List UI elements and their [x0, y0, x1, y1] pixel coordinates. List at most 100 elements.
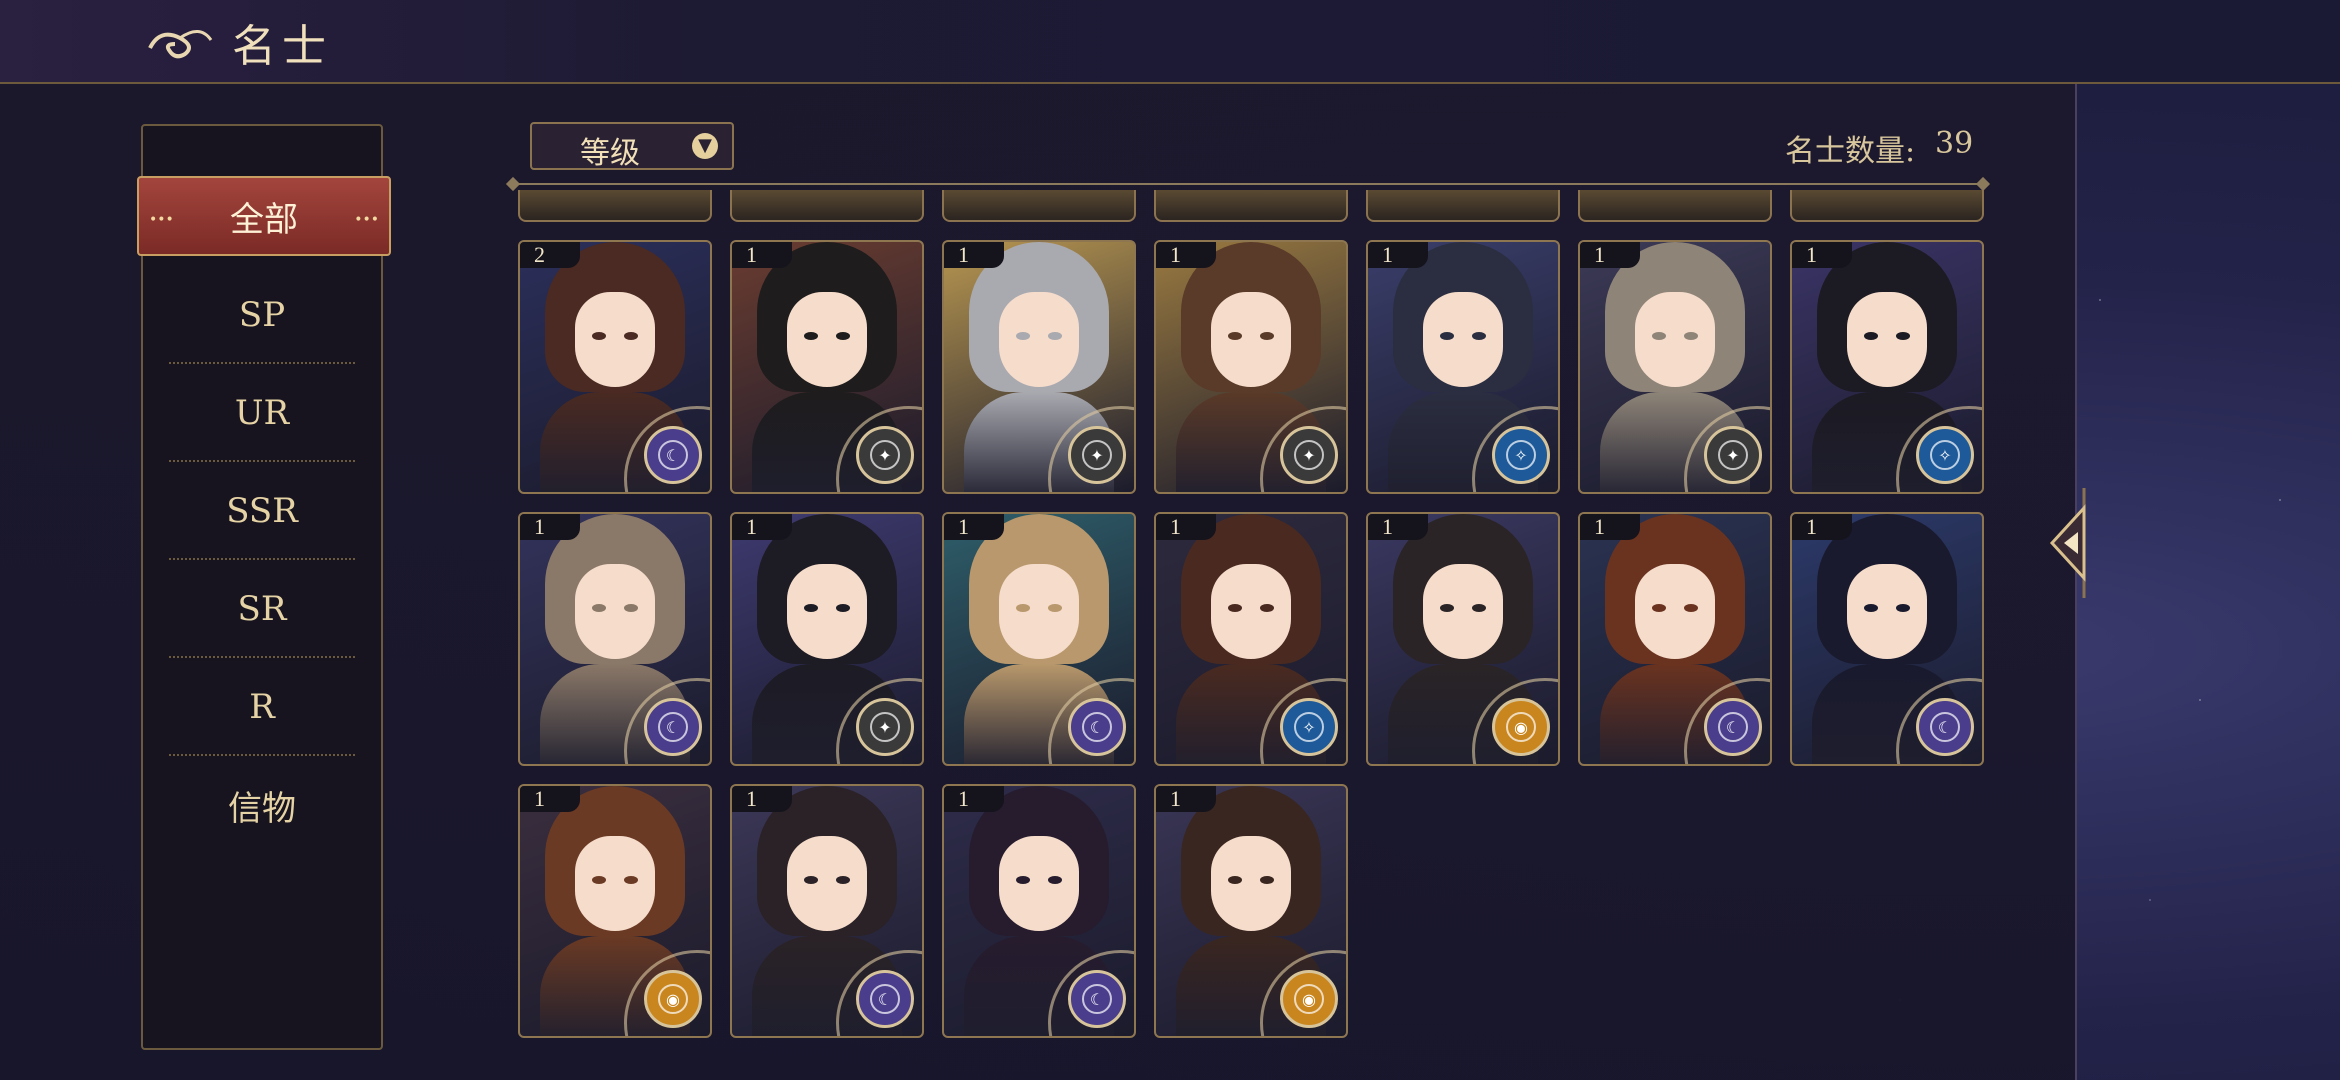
hero-card[interactable]: 1 ☾	[1578, 512, 1772, 766]
hero-card[interactable]: 1 ✧	[1366, 240, 1560, 494]
element-badge-icon: ☾	[644, 426, 702, 484]
element-badge-icon: ☾	[1916, 698, 1974, 756]
hero-card[interactable]: 1 ☾	[942, 512, 1136, 766]
hero-level: 1	[944, 786, 1004, 812]
decor-dots: •••	[354, 212, 379, 228]
hero-card[interactable]: 1 ◉	[518, 784, 712, 1038]
hero-level: 1	[1368, 242, 1428, 268]
tab-label: SR	[237, 589, 287, 629]
card-partial[interactable]	[518, 190, 712, 222]
hero-level: 1	[1156, 786, 1216, 812]
chevron-down-icon: ▼	[692, 133, 718, 159]
decor-dots: •••	[149, 212, 174, 228]
hero-level: 1	[732, 242, 792, 268]
element-symbol-icon: ☾	[1082, 712, 1112, 742]
element-symbol-icon: ☾	[1930, 712, 1960, 742]
element-symbol-icon: ✦	[1294, 440, 1324, 470]
tab-label: SSR	[226, 491, 298, 531]
element-symbol-icon: ✦	[1082, 440, 1112, 470]
element-badge-icon: ◉	[644, 970, 702, 1028]
cloud-emblem-icon	[148, 30, 213, 59]
grid-divider	[512, 183, 1984, 185]
element-badge-icon: ☾	[644, 698, 702, 756]
rarity-filter-sidebar: ••• 全部 ••• SP UR SSR SR R 信物	[137, 124, 391, 1050]
element-symbol-icon: ✦	[870, 440, 900, 470]
element-badge-icon: ✧	[1280, 698, 1338, 756]
element-badge-icon: ✧	[1492, 426, 1550, 484]
element-badge-icon: ✦	[1280, 426, 1338, 484]
element-badge-icon: ☾	[1068, 698, 1126, 756]
hero-level: 1	[1580, 514, 1640, 540]
element-badge-icon: ◉	[1492, 698, 1550, 756]
hero-card[interactable]: 1 ✦	[1154, 240, 1348, 494]
card-partial[interactable]	[1154, 190, 1348, 222]
collapse-arrow-icon[interactable]	[2044, 488, 2090, 598]
hero-count-label: 名士数量:	[1785, 134, 1916, 169]
tab-sp[interactable]: SP	[143, 266, 381, 364]
element-symbol-icon: ☾	[658, 712, 688, 742]
hero-card[interactable]: 1 ☾	[730, 784, 924, 1038]
element-symbol-icon: ✧	[1930, 440, 1960, 470]
hero-level: 1	[944, 242, 1004, 268]
hero-card[interactable]: 1 ✦	[730, 512, 924, 766]
tab-r[interactable]: R	[143, 658, 381, 756]
tab-label: UR	[234, 393, 290, 433]
hero-level: 1	[1368, 514, 1428, 540]
element-symbol-icon: ☾	[658, 440, 688, 470]
tab-label: 信物	[228, 788, 296, 829]
hero-level: 1	[1580, 242, 1640, 268]
element-badge-icon: ✦	[856, 426, 914, 484]
hero-card[interactable]: 1 ✦	[1578, 240, 1772, 494]
tab-label: SP	[238, 295, 286, 335]
element-symbol-icon: ☾	[870, 984, 900, 1014]
tab-label: 全部	[230, 199, 298, 240]
hero-card[interactable]: 1 ☾	[518, 512, 712, 766]
sort-label: 等级	[580, 136, 640, 171]
hero-card[interactable]: 1 ✦	[730, 240, 924, 494]
hero-level: 1	[732, 786, 792, 812]
tab-ssr[interactable]: SSR	[143, 462, 381, 560]
hero-level: 1	[1792, 242, 1852, 268]
hero-level: 1	[1156, 514, 1216, 540]
element-symbol-icon: ✧	[1294, 712, 1324, 742]
tab-ur[interactable]: UR	[143, 364, 381, 462]
element-symbol-icon: ✦	[1718, 440, 1748, 470]
card-partial[interactable]	[1366, 190, 1560, 222]
tab-label: R	[249, 687, 275, 727]
hero-count-value: 39	[1935, 126, 1974, 161]
element-badge-icon: ✦	[856, 698, 914, 756]
element-badge-icon: ✧	[1916, 426, 1974, 484]
element-badge-icon: ◉	[1280, 970, 1338, 1028]
element-symbol-icon: ☾	[1718, 712, 1748, 742]
hero-level: 1	[732, 514, 792, 540]
hero-card[interactable]: 1 ✧	[1154, 512, 1348, 766]
element-symbol-icon: ◉	[1294, 984, 1324, 1014]
hero-card[interactable]: 1 ◉	[1366, 512, 1560, 766]
hero-card[interactable]: 2 ☾	[518, 240, 712, 494]
tab-token[interactable]: 信物	[143, 756, 381, 854]
element-symbol-icon: ✧	[1506, 440, 1536, 470]
hero-card[interactable]: 1 ◉	[1154, 784, 1348, 1038]
element-badge-icon: ☾	[1068, 970, 1126, 1028]
hero-card[interactable]: 1 ☾	[1790, 512, 1984, 766]
element-symbol-icon: ✦	[870, 712, 900, 742]
element-symbol-icon: ◉	[1506, 712, 1536, 742]
element-badge-icon: ☾	[1704, 698, 1762, 756]
card-partial[interactable]	[730, 190, 924, 222]
tab-sr[interactable]: SR	[143, 560, 381, 658]
card-partial[interactable]	[1578, 190, 1772, 222]
card-partial[interactable]	[942, 190, 1136, 222]
hero-card[interactable]: 1 ☾	[942, 784, 1136, 1038]
element-symbol-icon: ☾	[1082, 984, 1112, 1014]
sort-dropdown[interactable]: 等级 ▼	[530, 122, 734, 171]
hero-level: 2	[520, 242, 580, 268]
hero-card[interactable]: 1 ✦	[942, 240, 1136, 494]
page-title: 名士	[232, 21, 332, 72]
element-badge-icon: ✦	[1704, 426, 1762, 484]
tab-all[interactable]: ••• 全部 •••	[137, 176, 391, 256]
card-partial[interactable]	[1790, 190, 1984, 222]
hero-level: 1	[520, 514, 580, 540]
hero-level: 1	[944, 514, 1004, 540]
hero-level: 1	[1792, 514, 1852, 540]
hero-card[interactable]: 1 ✧	[1790, 240, 1984, 494]
